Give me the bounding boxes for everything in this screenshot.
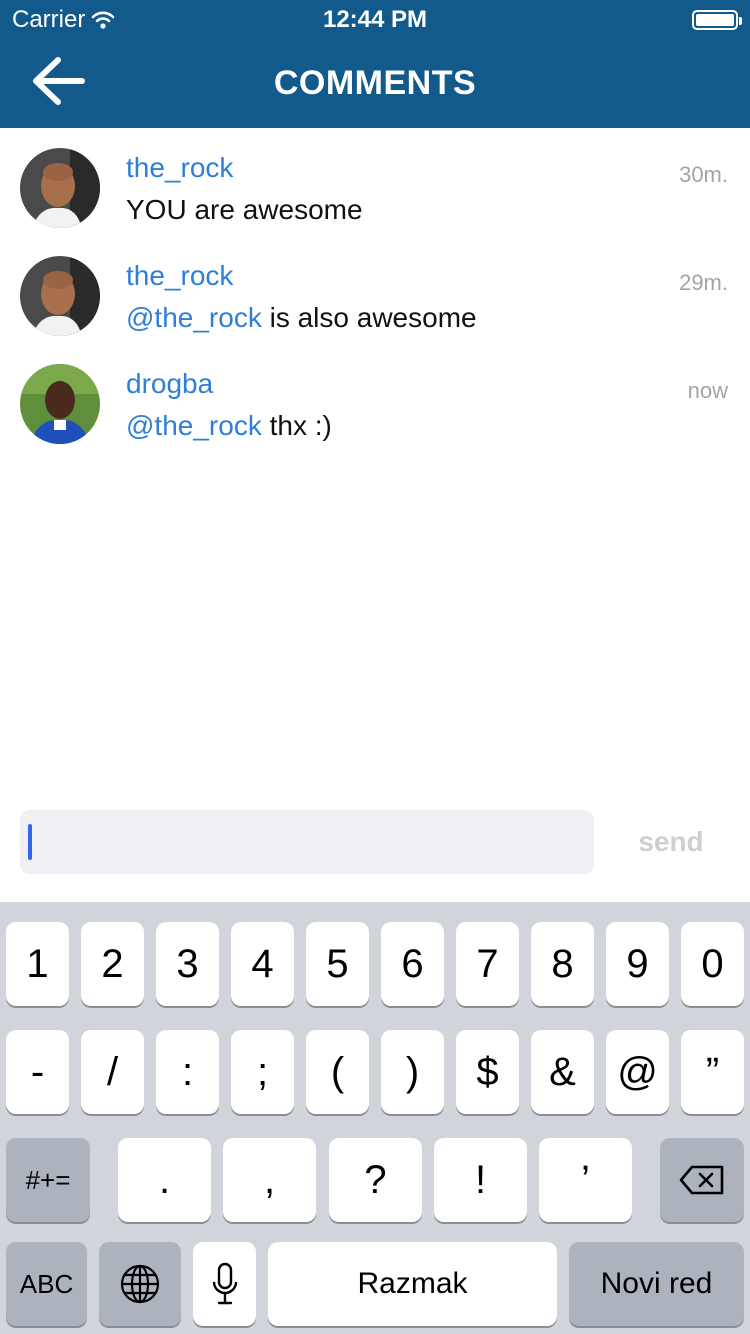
comment-username[interactable]: the_rock [126, 152, 233, 184]
space-key[interactable]: Razmak [268, 1242, 557, 1326]
key-1[interactable]: 1 [6, 922, 69, 1006]
page-title: COMMENTS [273, 64, 477, 102]
keyboard: 1 2 3 4 5 6 7 8 9 0 - / : ; ( ) $ & @ ” … [0, 902, 750, 1334]
battery-icon [692, 10, 742, 30]
comment-text: @the_rock is also awesome [126, 302, 477, 334]
key-at[interactable]: @ [606, 1030, 669, 1114]
key-8[interactable]: 8 [531, 922, 594, 1006]
abc-key[interactable]: ABC [6, 1242, 87, 1326]
text-caret [28, 824, 32, 860]
symbols-toggle-key[interactable]: #+= [6, 1138, 90, 1222]
globe-key[interactable] [99, 1242, 181, 1326]
key-5[interactable]: 5 [306, 922, 369, 1006]
key-7[interactable]: 7 [456, 922, 519, 1006]
comment-item: drogba now @the_rock thx :) [0, 364, 750, 472]
key-ampersand[interactable]: & [531, 1030, 594, 1114]
key-9[interactable]: 9 [606, 922, 669, 1006]
comment-input[interactable] [20, 810, 594, 874]
key-exclamation[interactable]: ! [434, 1138, 527, 1222]
globe-icon [120, 1264, 160, 1304]
key-2[interactable]: 2 [81, 922, 144, 1006]
comment-body: thx :) [261, 410, 332, 441]
comment-time: now [687, 378, 728, 403]
comment-mention[interactable]: @the_rock [126, 302, 262, 333]
comment-body: YOU are awesome [126, 194, 363, 225]
backspace-key[interactable] [660, 1138, 744, 1222]
avatar[interactable] [20, 256, 100, 336]
key-dollar[interactable]: $ [456, 1030, 519, 1114]
backspace-icon [679, 1165, 724, 1195]
comment-body: is also awesome [261, 302, 477, 333]
key-period[interactable]: . [118, 1138, 211, 1222]
avatar[interactable] [20, 148, 100, 228]
key-semicolon[interactable]: ; [231, 1030, 294, 1114]
key-slash[interactable]: / [81, 1030, 144, 1114]
key-question[interactable]: ? [329, 1138, 422, 1222]
key-0[interactable]: 0 [681, 922, 744, 1006]
comment-item: the_rock 29m. @the_rock is also awesome [0, 256, 750, 364]
comment-username[interactable]: drogba [126, 368, 213, 400]
key-open-paren[interactable]: ( [306, 1030, 369, 1114]
navigation-bar: Carrier 12:44 PM COMMENTS [0, 0, 750, 128]
send-button[interactable]: send [604, 810, 738, 874]
microphone-icon [212, 1262, 237, 1305]
key-quote[interactable]: ” [681, 1030, 744, 1114]
comment-mention[interactable]: @the_rock [126, 410, 262, 441]
key-close-paren[interactable]: ) [381, 1030, 444, 1114]
comment-item: the_rock 30m. YOU are awesome [0, 148, 750, 256]
key-4[interactable]: 4 [231, 922, 294, 1006]
key-comma[interactable]: , [223, 1138, 316, 1222]
key-colon[interactable]: : [156, 1030, 219, 1114]
key-apostrophe[interactable]: ’ [539, 1138, 632, 1222]
key-3[interactable]: 3 [156, 922, 219, 1006]
comment-text: YOU are awesome [126, 194, 363, 226]
key-6[interactable]: 6 [381, 922, 444, 1006]
status-time: 12:44 PM [322, 6, 428, 33]
comment-time: 29m. [679, 270, 728, 295]
comment-text: @the_rock thx :) [126, 410, 332, 442]
comment-time: 30m. [679, 162, 728, 187]
comment-username[interactable]: the_rock [126, 260, 233, 292]
key-hyphen[interactable]: - [6, 1030, 69, 1114]
avatar[interactable] [20, 364, 100, 444]
return-key[interactable]: Novi red [569, 1242, 744, 1326]
microphone-key[interactable] [193, 1242, 256, 1326]
